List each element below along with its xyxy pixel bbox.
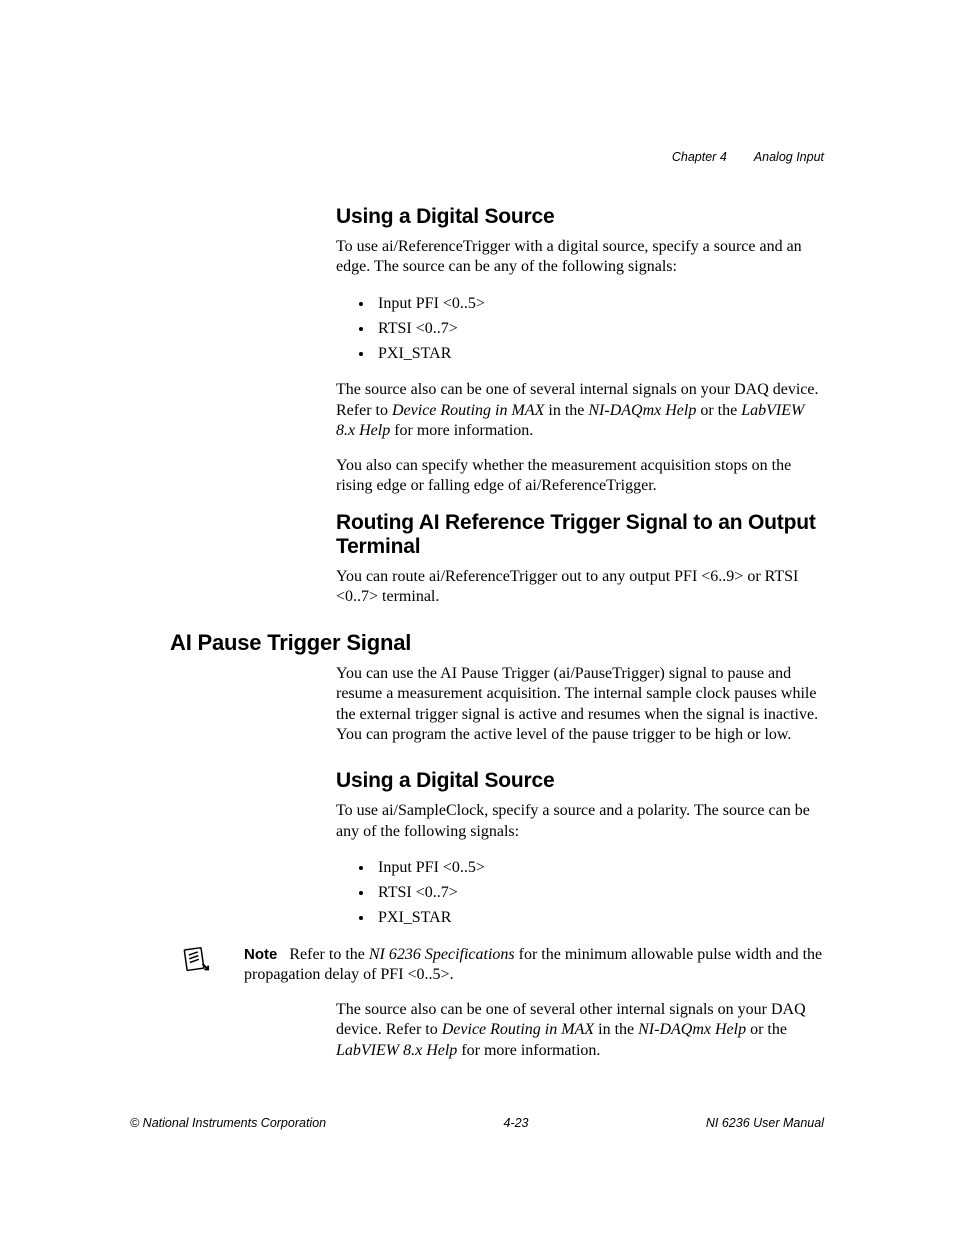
heading-using-digital-source-1: Using a Digital Source xyxy=(336,205,824,229)
list-item: Input PFI <0..5> xyxy=(374,856,824,881)
heading-ai-pause-trigger: AI Pause Trigger Signal xyxy=(170,630,824,656)
footer-copyright: © National Instruments Corporation xyxy=(130,1116,326,1130)
section-using-digital-source-2: Using a Digital Source To use ai/SampleC… xyxy=(336,759,824,930)
bullet-list: Input PFI <0..5> RTSI <0..7> PXI_STAR xyxy=(336,856,824,930)
running-header: Chapter 4 Analog Input xyxy=(672,150,824,164)
note-label: Note xyxy=(244,946,277,963)
note-block: Note Refer to the NI 6236 Specifications… xyxy=(170,945,824,986)
content-area: Using a Digital Source To use ai/Referen… xyxy=(170,205,824,1061)
header-title: Analog Input xyxy=(754,150,824,164)
paragraph: To use ai/SampleClock, specify a source … xyxy=(336,801,824,842)
paragraph: You can use the AI Pause Trigger (ai/Pau… xyxy=(336,664,824,746)
bullet-list: Input PFI <0..5> RTSI <0..7> PXI_STAR xyxy=(336,292,824,366)
note-icon xyxy=(180,945,210,980)
list-item: RTSI <0..7> xyxy=(374,317,824,342)
list-item: RTSI <0..7> xyxy=(374,881,824,906)
footer-page-number: 4-23 xyxy=(503,1116,528,1130)
list-item: PXI_STAR xyxy=(374,906,824,931)
paragraph: You can route ai/ReferenceTrigger out to… xyxy=(336,567,824,608)
paragraph: To use ai/ReferenceTrigger with a digita… xyxy=(336,237,824,278)
paragraph: The source also can be one of several in… xyxy=(336,380,824,441)
header-chapter: Chapter 4 xyxy=(672,150,727,164)
page-footer: © National Instruments Corporation 4-23 … xyxy=(130,1116,824,1130)
section-source-internal: The source also can be one of several ot… xyxy=(336,1000,824,1061)
list-item: Input PFI <0..5> xyxy=(374,292,824,317)
heading-using-digital-source-2: Using a Digital Source xyxy=(336,769,824,793)
paragraph: You also can specify whether the measure… xyxy=(336,456,824,497)
section-ai-pause-trigger: AI Pause Trigger Signal You can use the … xyxy=(170,630,824,746)
heading-routing-ref-trigger: Routing AI Reference Trigger Signal to a… xyxy=(336,511,824,559)
note-text: Note Refer to the NI 6236 Specifications… xyxy=(244,945,824,986)
footer-manual-title: NI 6236 User Manual xyxy=(706,1116,824,1130)
section-using-digital-source-1: Using a Digital Source To use ai/Referen… xyxy=(336,205,824,497)
section-routing-ref-trigger: Routing AI Reference Trigger Signal to a… xyxy=(336,511,824,608)
paragraph: The source also can be one of several ot… xyxy=(336,1000,824,1061)
page: Chapter 4 Analog Input Using a Digital S… xyxy=(0,0,954,1235)
list-item: PXI_STAR xyxy=(374,342,824,367)
